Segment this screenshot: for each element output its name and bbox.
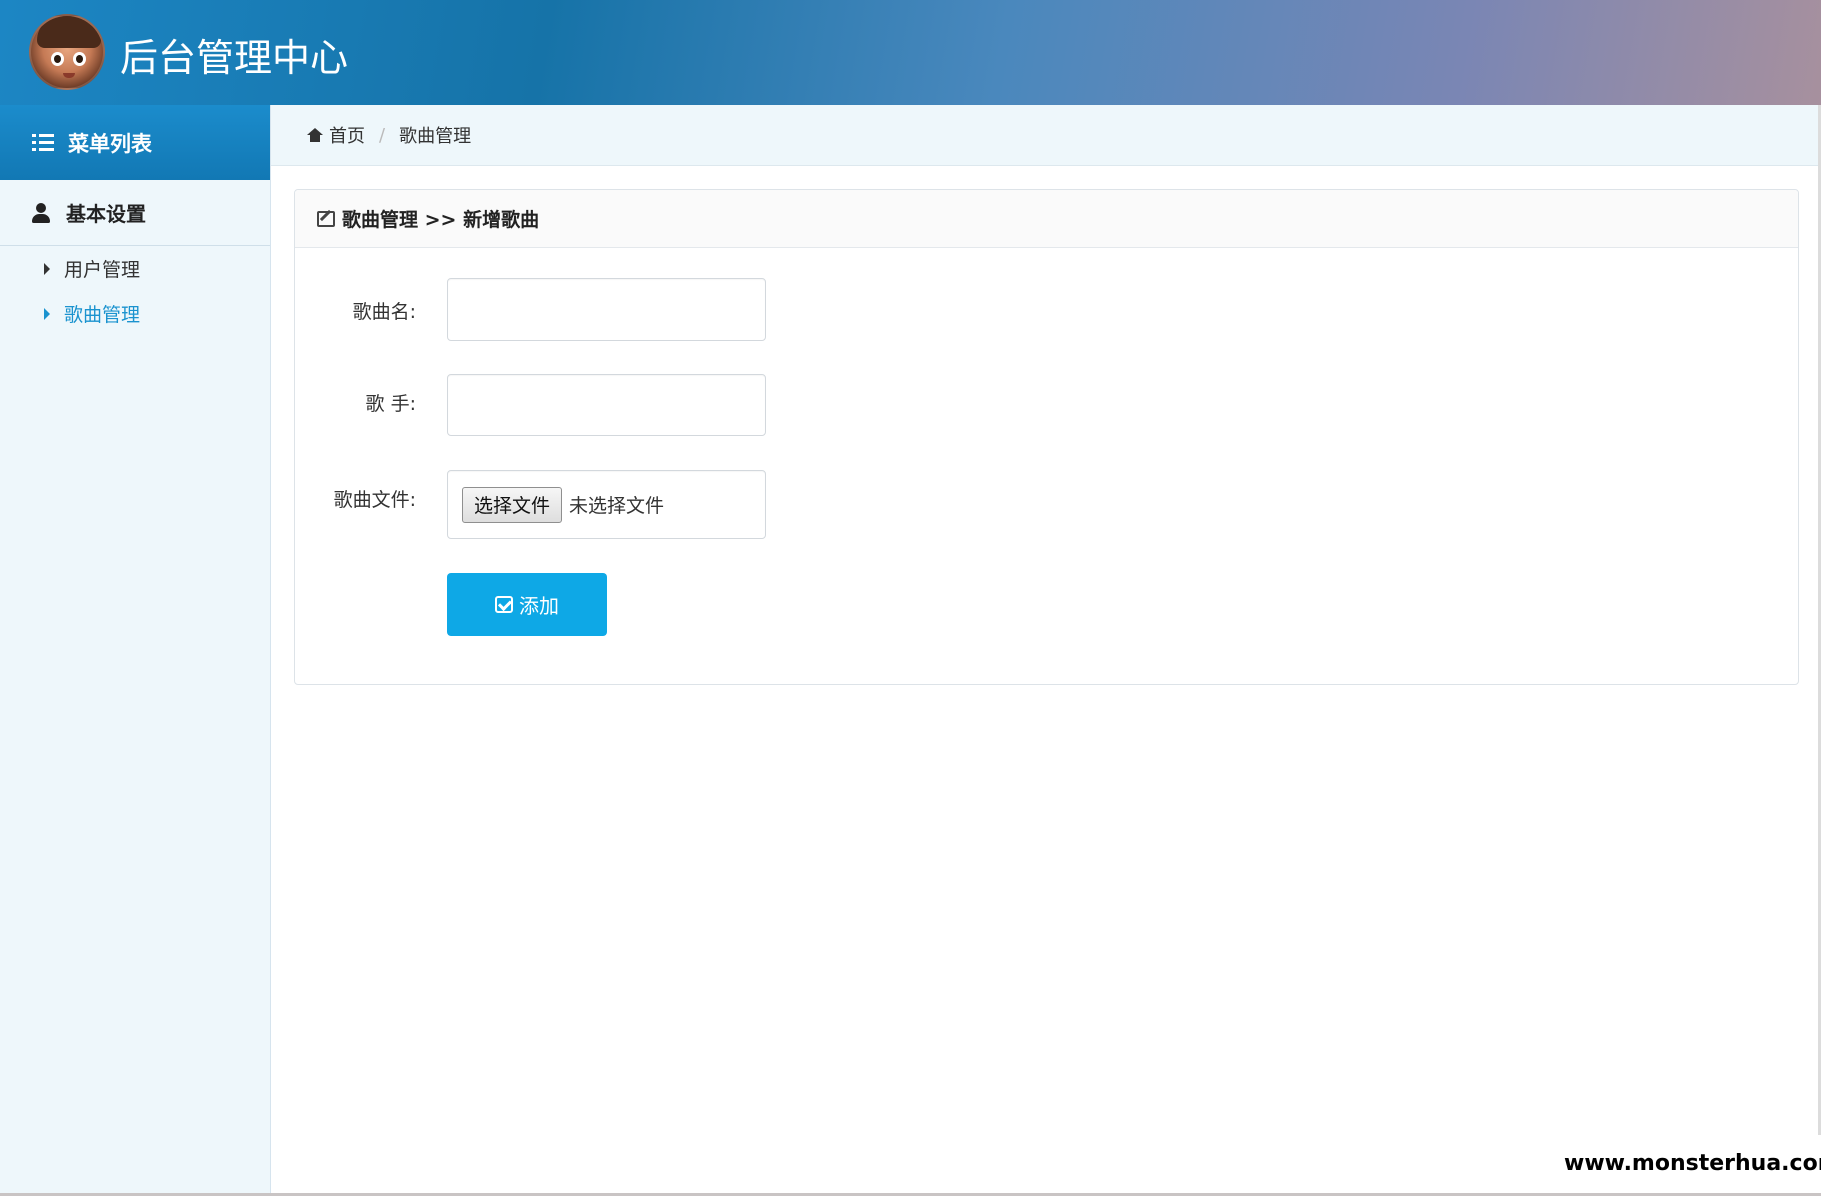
list-icon	[32, 133, 54, 152]
panel-heading: 歌曲管理 >> 新增歌曲	[295, 190, 1798, 248]
edit-icon	[317, 210, 335, 227]
singer-input[interactable]	[447, 374, 766, 436]
breadcrumb: 首页 / 歌曲管理	[271, 105, 1821, 166]
choose-file-button[interactable]: 选择文件	[462, 486, 563, 523]
group-title-label: 基本设置	[66, 202, 146, 226]
panel-title: 歌曲管理 >> 新增歌曲	[342, 209, 540, 231]
avatar	[29, 14, 105, 90]
add-song-panel: 歌曲管理 >> 新增歌曲 歌曲名: 歌 手: 歌曲文件: 选择文件 未选择文件 …	[294, 189, 1799, 685]
song-file-field: 选择文件 未选择文件	[447, 470, 766, 539]
caret-right-icon	[44, 262, 50, 275]
breadcrumb-home[interactable]: 首页	[329, 122, 365, 148]
menu-list-header: 菜单列表	[0, 105, 270, 180]
sidebar-item-label: 用户管理	[64, 259, 141, 281]
app-title: 后台管理中心	[120, 36, 349, 80]
caret-right-icon	[44, 307, 50, 320]
singer-label: 歌 手:	[365, 393, 416, 415]
check-square-icon	[495, 596, 513, 613]
menu-list-title: 菜单列表	[68, 131, 152, 156]
song-name-label: 歌曲名:	[352, 301, 416, 323]
home-icon	[307, 128, 323, 142]
song-file-label: 歌曲文件:	[333, 489, 416, 511]
breadcrumb-separator: /	[379, 124, 386, 146]
sidebar: 菜单列表 基本设置 用户管理 歌曲管理	[0, 105, 271, 1196]
watermark: www.monsterhua.com	[1562, 1149, 1821, 1178]
breadcrumb-current: 歌曲管理	[399, 126, 472, 147]
user-icon	[32, 202, 50, 223]
add-button[interactable]: 添加	[447, 573, 607, 636]
song-name-input[interactable]	[447, 278, 766, 341]
sidebar-group-basic-settings[interactable]: 基本设置	[0, 180, 270, 246]
file-status-text: 未选择文件	[569, 495, 665, 517]
top-header: 后台管理中心	[0, 0, 1821, 105]
add-button-label: 添加	[519, 594, 559, 618]
sidebar-item-song-management[interactable]: 歌曲管理	[0, 291, 270, 336]
sidebar-item-user-management[interactable]: 用户管理	[0, 246, 270, 291]
sidebar-item-label: 歌曲管理	[64, 304, 141, 326]
